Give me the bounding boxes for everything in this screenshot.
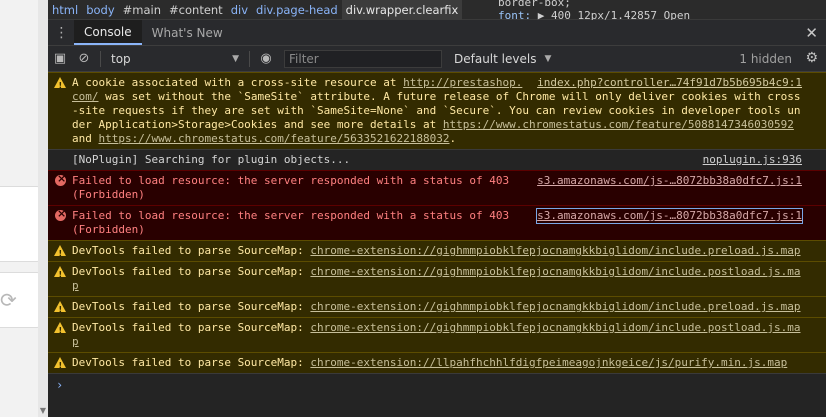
breadcrumb-html[interactable]: html <box>48 0 82 20</box>
warning-icon <box>54 77 66 93</box>
breadcrumb-wrapper[interactable]: div.wrapper.clearfix <box>341 0 463 20</box>
elements-breadcrumb: html body #main #content div div.page-he… <box>48 0 826 22</box>
styles-pane-snippet: border-box; font: ▶ 400 12px/1.42857 Ope… <box>498 0 690 22</box>
styles-line: border-box; <box>498 0 571 9</box>
breadcrumb-page-head[interactable]: div.page-head <box>252 0 342 20</box>
warning-icon <box>54 266 66 282</box>
message-source-link[interactable]: index.php?controller…74f91d7b5b695b4c9:1 <box>537 76 802 90</box>
drawer-tabbar: ⋮ Console What's New ✕ <box>48 20 826 46</box>
eye-icon[interactable]: ◉ <box>254 46 278 72</box>
console-message-error[interactable]: s3.amazonaws.com/js-…8072bb38a0dfc7.js:1… <box>48 170 826 205</box>
message-text: DevTools failed to parse SourceMap: <box>72 356 311 369</box>
toolbar-divider <box>100 50 101 67</box>
message-source-link[interactable]: s3.amazonaws.com/js-…8072bb38a0dfc7.js:1 <box>537 174 802 188</box>
console-prompt[interactable]: › <box>48 373 826 396</box>
console-messages: index.php?controller…74f91d7b5b695b4c9:1… <box>48 72 826 396</box>
scroll-down-icon[interactable]: ▼ <box>40 406 46 415</box>
tab-console[interactable]: Console <box>74 20 142 45</box>
warning-icon <box>54 301 66 317</box>
hidden-count: 1 hidden <box>739 52 792 66</box>
clear-console-icon[interactable]: ⊘ <box>72 46 96 72</box>
sidebar-toggle-icon[interactable]: ▣ <box>48 46 72 72</box>
levels-label: Default levels <box>454 51 537 66</box>
page-viewport-strip: ⟳ ▼ <box>0 0 48 417</box>
breadcrumb-main[interactable]: #main <box>119 0 165 20</box>
message-text: DevTools failed to parse SourceMap: <box>72 321 311 334</box>
breadcrumb-div[interactable]: div <box>227 0 252 20</box>
drawer-menu-icon[interactable]: ⋮ <box>48 20 74 45</box>
close-icon[interactable]: ✕ <box>805 24 818 42</box>
message-url-link[interactable]: chrome-extension://llpahfhchhlfdigfpeime… <box>310 356 787 369</box>
message-source-link[interactable]: noplugin.js:936 <box>703 153 802 167</box>
message-url-link[interactable]: https://www.chromestatus.com/feature/508… <box>443 118 794 131</box>
warning-icon <box>54 357 66 373</box>
console-message-warn[interactable]: DevTools failed to parse SourceMap: chro… <box>48 240 826 261</box>
message-url-link[interactable]: chrome-extension://gighmmpiobklfepjocnam… <box>310 244 800 257</box>
console-message-warn[interactable]: DevTools failed to parse SourceMap: chro… <box>48 296 826 317</box>
message-text: Failed to load resource: the server resp… <box>72 209 516 236</box>
message-text: . <box>449 132 457 145</box>
error-icon <box>55 207 66 221</box>
message-source-link[interactable]: s3.amazonaws.com/js-…8072bb38a0dfc7.js:1 <box>536 208 803 224</box>
page-card <box>0 186 40 262</box>
console-message-warn[interactable]: DevTools failed to parse SourceMap: chro… <box>48 352 826 373</box>
log-levels-dropdown[interactable]: Default levels ▼ <box>454 52 551 66</box>
context-selector[interactable]: top ▼ <box>105 52 245 66</box>
chevron-down-icon: ▼ <box>544 53 552 64</box>
console-message-info[interactable]: noplugin.js:936 [NoPlugin] Searching for … <box>48 149 826 170</box>
message-text: Failed to load resource: the server resp… <box>72 174 516 201</box>
toolbar-divider <box>249 50 250 67</box>
refresh-icon[interactable]: ⟳ <box>0 288 17 312</box>
breadcrumb-body[interactable]: body <box>82 0 118 20</box>
message-url-link[interactable]: chrome-extension://gighmmpiobklfepjocnam… <box>310 300 800 313</box>
console-toolbar: ▣ ⊘ top ▼ ◉ Default levels ▼ 1 hidden ⚙ <box>48 46 826 72</box>
message-text: DevTools failed to parse SourceMap: <box>72 244 311 257</box>
console-message-error[interactable]: s3.amazonaws.com/js-…8072bb38a0dfc7.js:1… <box>48 205 826 240</box>
context-value: top <box>111 51 131 66</box>
message-url-link[interactable]: https://www.chromestatus.com/feature/563… <box>99 132 450 145</box>
console-message-warn[interactable]: DevTools failed to parse SourceMap: chro… <box>48 261 826 296</box>
tab-whats-new[interactable]: What's New <box>142 20 233 45</box>
message-text: [NoPlugin] Searching for plugin objects.… <box>72 153 351 166</box>
message-text: A cookie associated with a cross-site re… <box>72 76 404 89</box>
filter-input[interactable] <box>284 49 442 68</box>
error-icon <box>55 172 66 186</box>
warning-icon <box>54 322 66 338</box>
warning-icon <box>54 245 66 261</box>
console-message-warn[interactable]: DevTools failed to parse SourceMap: chro… <box>48 317 826 352</box>
gear-icon[interactable]: ⚙ <box>805 50 818 66</box>
breadcrumb-content[interactable]: #content <box>165 0 227 20</box>
console-message-warn[interactable]: index.php?controller…74f91d7b5b695b4c9:1… <box>48 72 826 149</box>
devtools-panel: html body #main #content div div.page-he… <box>48 0 826 417</box>
message-text: DevTools failed to parse SourceMap: <box>72 300 311 313</box>
chevron-down-icon: ▼ <box>232 53 239 64</box>
message-text: DevTools failed to parse SourceMap: <box>72 265 311 278</box>
page-scrollbar[interactable] <box>38 0 48 417</box>
